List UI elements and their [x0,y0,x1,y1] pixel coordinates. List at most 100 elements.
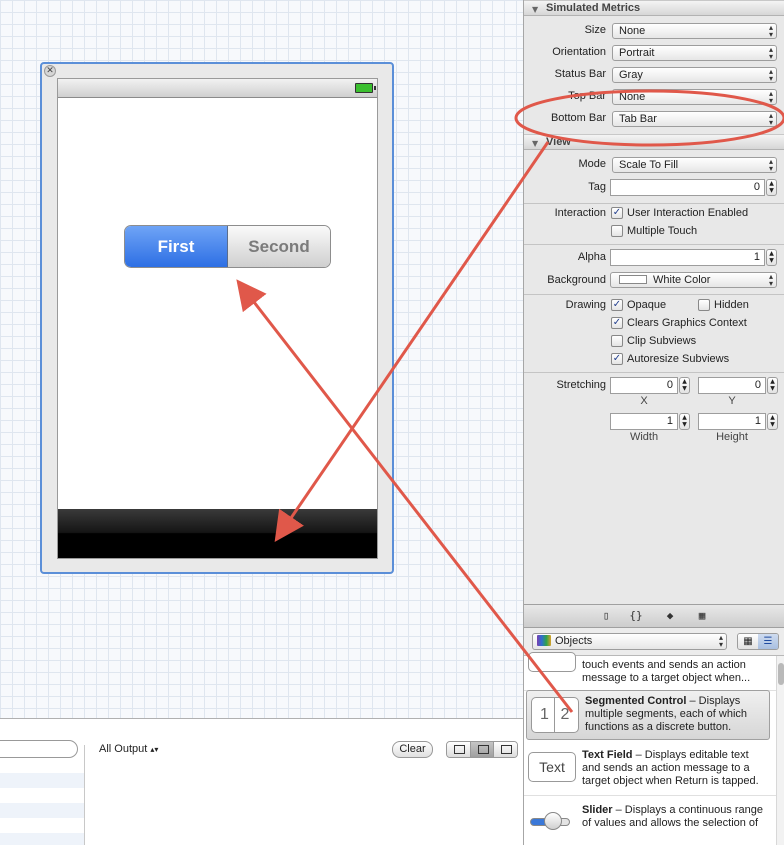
stretch-width-field[interactable]: 1 [610,413,678,430]
tag-label: Tag [588,181,606,193]
hidden-checkbox[interactable] [698,299,710,311]
x-label: X [640,395,648,407]
mode-popup[interactable]: Scale To Fill ▴ ▾ [612,157,777,173]
battery-icon [355,83,376,93]
updown-arrows-icon: ▴▾ [768,67,773,83]
stretching-label: Stretching [556,379,606,391]
clear-button[interactable]: Clear [392,741,433,758]
console-row [0,803,84,818]
library-item-description: Text Field – Displays editable text and … [582,749,759,787]
separator [524,244,784,245]
grid-view-icon[interactable]: ▦ [738,634,758,649]
segment-digit: 2 [560,706,570,723]
segment-first[interactable]: First [125,226,228,267]
left-pane-icon[interactable] [447,742,471,757]
updown-arrows-icon: ▴▾ [768,23,773,39]
text-field-thumbnail: Text [528,752,576,782]
attributes-inspector: ▼ Simulated Metrics Size None ▴ ▾ Orientat… [523,0,784,604]
autoresize-label: Autoresize Subviews [627,353,730,365]
library-item-segmented-control[interactable]: 12 Segmented Control – Displays multiple… [526,690,770,740]
code-snippet-icon[interactable]: {} [628,609,644,623]
updown-arrows-icon: ▴▾ [768,272,773,288]
alpha-stepper[interactable]: ▲ ▼ [766,249,777,266]
console-row [0,773,84,788]
slider-knob-icon [544,812,562,830]
stretch-height-field[interactable]: 1 [698,413,766,430]
stretch-height-stepper[interactable]: ▲ ▼ [767,413,778,430]
objects-popup[interactable]: Objects ▴ ▾ [532,633,727,650]
stretch-y-field[interactable]: 0 [698,377,766,394]
clears-context-checkbox[interactable]: ✓ [611,317,623,329]
mode-label: Mode [578,158,606,170]
library-item-description: Segmented Control – Displays multiple se… [585,695,748,733]
tag-field[interactable]: 0 [610,179,765,196]
bottom-bar-label: Bottom Bar [550,112,606,124]
clip-subviews-label: Clip Subviews [627,335,697,347]
segmented-control[interactable]: First Second [124,225,331,268]
console-search-input[interactable] [0,740,78,758]
disclosure-triangle-icon[interactable]: ▼ [532,137,538,151]
both-panes-icon[interactable] [470,742,495,757]
library-item-slider[interactable]: Slider – Displays a continuous range of … [524,800,776,845]
height-label: Height [716,431,748,443]
console-layout-toggle[interactable] [446,741,518,758]
object-library-icon[interactable]: ◆ [662,609,678,623]
library-scroll-thumb[interactable] [778,663,784,685]
library-view-mode[interactable]: ▦ ☰ [737,633,779,650]
library-item-description: touch events and sends an action message… [582,659,751,684]
file-template-icon[interactable]: ▯ [598,609,614,623]
opaque-label: Opaque [627,299,667,311]
opaque-checkbox[interactable]: ✓ [611,299,623,311]
tag-stepper[interactable]: ▲ ▼ [766,179,777,196]
alpha-field[interactable]: 1 [610,249,765,266]
user-interaction-label: User Interaction Enabled [627,207,749,219]
hidden-label: Hidden [714,299,749,311]
segment-digit: 1 [535,698,555,732]
media-library-icon[interactable]: ▦ [694,609,710,623]
color-swatch [619,275,647,284]
library-item-description: Slider – Displays a continuous range of … [582,804,764,829]
updown-arrows-icon: ▴▾ [768,111,773,127]
orientation-label: Orientation [552,46,606,58]
segmented-control-thumbnail: 12 [531,697,579,733]
y-label: Y [728,395,736,407]
stretch-x-stepper[interactable]: ▲ ▼ [679,377,690,394]
status-bar-popup[interactable]: Gray ▴ ▾ [612,67,777,83]
list-view-icon[interactable]: ☰ [758,634,778,649]
top-bar-popup[interactable]: None ▴ ▾ [612,89,777,105]
disclosure-triangle-icon[interactable]: ▼ [532,3,538,17]
library-item-text-field[interactable]: Text Text Field – Displays editable text… [524,744,776,796]
multiple-touch-checkbox[interactable] [611,225,623,237]
debug-console [0,718,523,845]
separator [524,372,784,373]
updown-arrows-icon: ▴▾ [768,89,773,105]
drawing-label: Drawing [565,299,606,311]
stretch-x-field[interactable]: 0 [610,377,678,394]
simulated-screen[interactable] [57,78,378,559]
background-popup[interactable]: White Color ▴ ▾ [610,272,777,288]
close-icon[interactable]: ✕ [44,65,56,77]
library-books-icon [537,635,551,646]
separator [524,203,784,204]
console-output-filter[interactable]: All Output ▴▾ [99,743,158,755]
console-row [0,833,84,845]
view-section-header[interactable]: ▼ View [524,134,784,150]
size-popup[interactable]: None ▴ ▾ [612,23,777,39]
size-label: Size [584,24,606,36]
library-scrollbar[interactable] [776,656,784,845]
console-split-divider[interactable] [84,745,85,845]
segment-second[interactable]: Second [228,226,330,267]
stretch-width-stepper[interactable]: ▲ ▼ [679,413,690,430]
updown-arrows-icon: ▴▾ [150,745,159,754]
simulated-metrics-header[interactable]: ▼ Simulated Metrics [524,0,784,16]
updown-arrows-icon: ▴▾ [718,633,723,649]
stretch-y-stepper[interactable]: ▲ ▼ [767,377,778,394]
library-item-button[interactable]: touch events and sends an action message… [524,652,776,691]
autoresize-checkbox[interactable]: ✓ [611,353,623,365]
right-pane-icon[interactable] [494,742,517,757]
user-interaction-checkbox[interactable]: ✓ [611,207,623,219]
simulated-tab-bar [58,509,377,558]
orientation-popup[interactable]: Portrait ▴ ▾ [612,45,777,61]
bottom-bar-popup[interactable]: Tab Bar ▴ ▾ [612,111,777,127]
clip-subviews-checkbox[interactable] [611,335,623,347]
